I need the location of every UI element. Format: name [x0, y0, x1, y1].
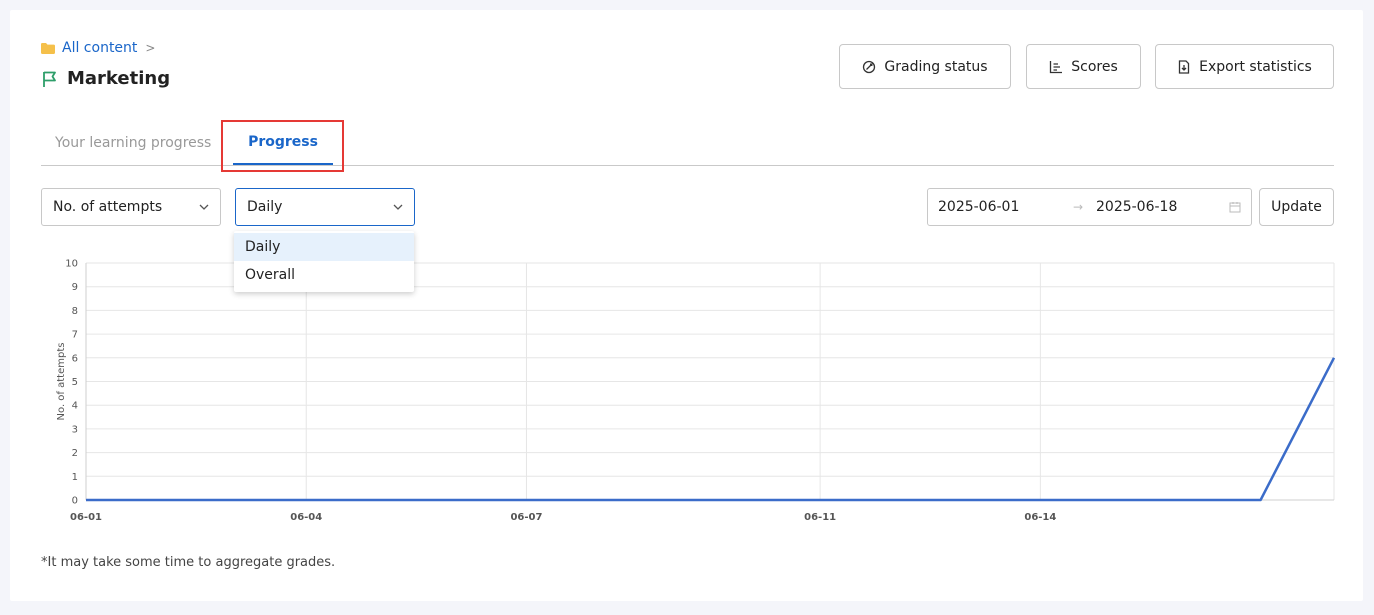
period-option-overall[interactable]: Overall: [234, 261, 414, 289]
breadcrumb-link-all-content[interactable]: All content: [62, 40, 137, 56]
y-axis-label: No. of attempts: [56, 343, 67, 421]
aggregation-note: *It may take some time to aggregate grad…: [41, 555, 336, 570]
flag-icon: [43, 71, 56, 87]
main-card: All content > Marketing Grading status S…: [10, 10, 1363, 601]
y-tick-label: 1: [72, 472, 78, 483]
date-range-picker[interactable]: 2025-06-01 → 2025-06-18: [927, 188, 1252, 226]
y-tick-label: 7: [72, 330, 78, 341]
y-tick-label: 3: [72, 424, 78, 435]
x-tick-label: 06-01: [70, 512, 102, 523]
metric-select[interactable]: No. of attempts: [41, 188, 221, 226]
y-tick-label: 5: [72, 377, 78, 388]
attempts-line-chart: 0 1 2 3 4 5 6 7 8 9 10 06-01 06-04 06-07 06-11 06-14 No.…: [56, 259, 1336, 523]
chevron-right-icon: >: [145, 41, 156, 55]
period-select[interactable]: Daily: [235, 188, 415, 226]
x-tick-label: 06-07: [510, 512, 542, 523]
tab-highlight-box: [221, 120, 344, 172]
breadcrumb[interactable]: All content >: [41, 40, 155, 56]
chevron-down-icon: [393, 204, 403, 210]
x-tick-label: 06-14: [1024, 512, 1056, 523]
arrow-right-icon: →: [1073, 200, 1084, 214]
export-statistics-label: Export statistics: [1199, 58, 1312, 75]
grading-icon: [863, 60, 876, 73]
x-tick-label: 06-04: [290, 512, 322, 523]
y-tick-label: 2: [72, 448, 78, 459]
y-tick-label: 4: [72, 401, 78, 412]
y-tick-label: 6: [72, 353, 78, 364]
x-tick-label: 06-11: [804, 512, 836, 523]
calendar-icon: [1229, 202, 1241, 213]
bar-chart-icon: [1050, 60, 1063, 73]
grading-status-button[interactable]: Grading status: [839, 44, 1011, 89]
page-title: Marketing: [41, 68, 170, 89]
date-start-input[interactable]: 2025-06-01: [938, 199, 1019, 215]
page-title-text: Marketing: [67, 68, 171, 89]
y-tick-label: 10: [65, 259, 78, 270]
period-select-value: Daily: [247, 199, 283, 215]
scores-button[interactable]: Scores: [1026, 44, 1141, 89]
grading-status-label: Grading status: [884, 58, 988, 75]
file-export-icon: [1179, 59, 1190, 74]
chevron-down-icon: [199, 204, 209, 210]
y-tick-label: 0: [72, 496, 78, 507]
period-dropdown-menu: Daily Overall: [234, 231, 414, 292]
metric-select-value: No. of attempts: [53, 199, 163, 215]
period-option-daily[interactable]: Daily: [234, 233, 414, 261]
date-end-input[interactable]: 2025-06-18: [1096, 199, 1177, 215]
export-statistics-button[interactable]: Export statistics: [1155, 44, 1334, 89]
y-tick-label: 8: [72, 306, 78, 317]
tab-your-learning-progress[interactable]: Your learning progress: [55, 120, 211, 165]
update-button[interactable]: Update: [1259, 188, 1334, 226]
folder-icon: [41, 42, 55, 54]
scores-label: Scores: [1071, 58, 1118, 75]
y-tick-label: 9: [72, 282, 78, 293]
